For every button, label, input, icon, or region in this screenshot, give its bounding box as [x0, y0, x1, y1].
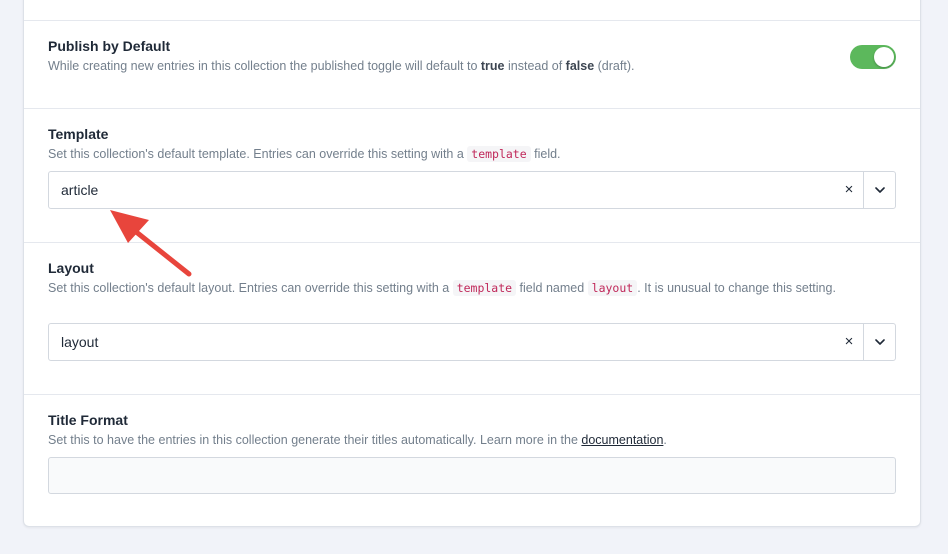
layout-section: Layout Set this collection's default lay…	[24, 242, 920, 394]
publish-by-default-label: Publish by Default	[48, 38, 171, 54]
documentation-link[interactable]: documentation	[581, 433, 663, 447]
code-template: template	[452, 280, 517, 296]
code-template: template	[467, 146, 531, 162]
chevron-down-icon	[874, 187, 885, 193]
layout-label: Layout	[48, 260, 94, 276]
layout-select-value: layout	[61, 334, 99, 350]
template-instructions: Set this collection's default template. …	[48, 146, 561, 162]
title-format-label: Title Format	[48, 412, 128, 428]
code-layout: layout	[587, 280, 638, 296]
title-format-input[interactable]	[48, 457, 896, 494]
layout-select[interactable]: layout ×	[48, 323, 896, 361]
template-select-value: article	[61, 182, 99, 198]
template-dropdown-toggle[interactable]	[863, 172, 895, 208]
collection-settings-card: Publish by Default While creating new en…	[23, 0, 921, 527]
publish-by-default-section: Publish by Default While creating new en…	[24, 20, 920, 108]
publish-by-default-toggle[interactable]	[850, 45, 896, 69]
template-section: Template Set this collection's default t…	[24, 108, 920, 242]
template-label: Template	[48, 126, 109, 142]
publish-by-default-instructions: While creating new entries in this colle…	[48, 59, 635, 73]
title-format-instructions: Set this to have the entries in this col…	[48, 433, 667, 447]
layout-clear-icon[interactable]: ×	[839, 324, 859, 360]
template-clear-icon[interactable]: ×	[839, 172, 859, 208]
toggle-knob	[874, 47, 894, 67]
layout-dropdown-toggle[interactable]	[863, 324, 895, 360]
template-select[interactable]: article ×	[48, 171, 896, 209]
chevron-down-icon	[874, 339, 885, 345]
title-format-section: Title Format Set this to have the entrie…	[24, 394, 920, 528]
layout-instructions: Set this collection's default layout. En…	[48, 280, 836, 296]
